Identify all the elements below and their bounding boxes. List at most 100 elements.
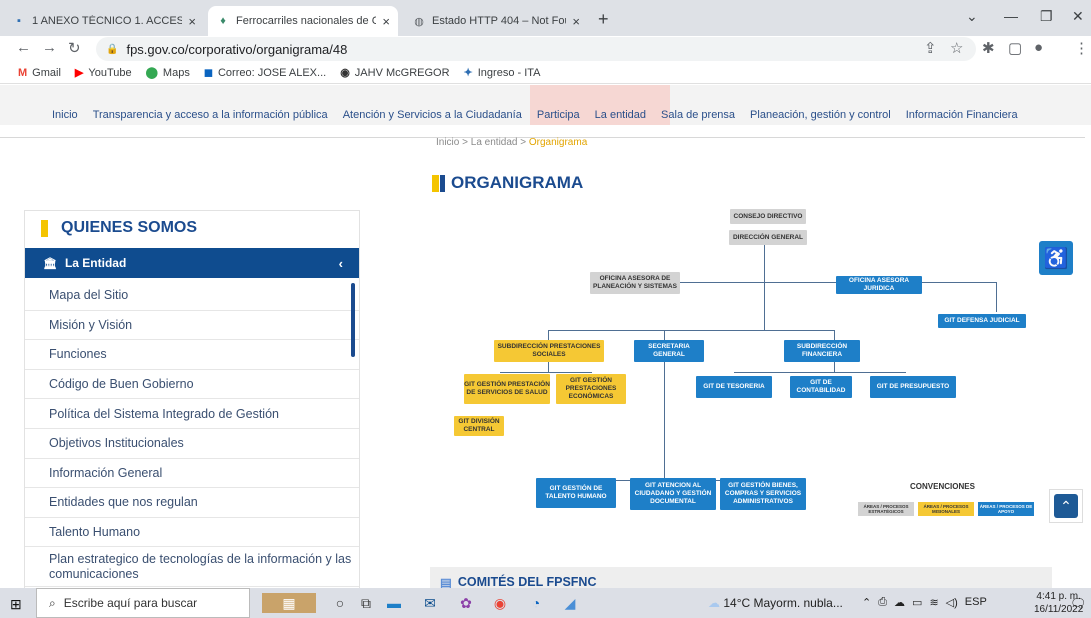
address-bar[interactable]: 🔒 fps.gov.co/corporativo/organigrama/48 [96, 37, 976, 61]
sidebar-item-codigo[interactable]: Código de Buen Gobierno [25, 370, 359, 400]
cortana-icon[interactable]: ○ [330, 593, 350, 613]
nav-participa[interactable]: Participa [537, 109, 580, 121]
app-icon[interactable]: ◢ [560, 593, 580, 613]
nav-informacion-financiera[interactable]: Información Financiera [906, 109, 1018, 121]
comites-section[interactable]: ▤ COMITÉS DEL FPSFNC [430, 567, 1052, 588]
org-box-oficina-planeacion: OFICINA ASESORA DE PLANEACIÓN Y SISTEMAS [590, 272, 680, 294]
sidebar-scrollbar[interactable] [351, 283, 355, 357]
scroll-to-top-button[interactable]: ⌃ [1049, 489, 1083, 523]
lock-icon[interactable]: 🔒 [106, 44, 118, 55]
bookmark-gmail[interactable]: M Gmail [18, 67, 61, 79]
profile-avatar[interactable]: ● [1034, 39, 1043, 56]
org-box-git-talento: GIT GESTIÓN DE TALENTO HUMANO [536, 478, 616, 508]
notifications-icon[interactable]: 🗨 [1070, 596, 1087, 612]
connector-line [996, 282, 997, 312]
sidebar-item-politica[interactable]: Política del Sistema Integrado de Gestió… [25, 399, 359, 429]
sidebar-item-funciones[interactable]: Funciones [25, 340, 359, 370]
language-indicator[interactable]: ESP [965, 596, 987, 609]
close-icon[interactable]: × [382, 14, 390, 29]
breadcrumb-separator: > [462, 137, 468, 148]
breadcrumb-separator: > [520, 137, 527, 148]
page-title: ORGANIGRAMA [432, 173, 583, 193]
sidebar-item-talento[interactable]: Talento Humano [25, 518, 359, 548]
side-panel-icon[interactable]: ▢ [1008, 39, 1022, 57]
web-page: Inicio Transparencia y acceso a la infor… [0, 85, 1091, 588]
paint-icon[interactable]: ✿ [456, 593, 476, 613]
mail-icon[interactable]: ✉ [420, 593, 440, 613]
taskbar-widget-image[interactable]: ▦ [262, 593, 316, 613]
weather-widget[interactable]: ☁ 14°C Mayorm. nubla... [708, 596, 843, 610]
bookmark-star-icon[interactable]: ☆ [950, 39, 963, 57]
connector-line [764, 230, 765, 330]
back-icon[interactable]: ← [16, 39, 31, 56]
sidebar-item-plan[interactable]: Plan estrategico de tecnologías de la in… [25, 547, 359, 588]
bookmark-label: Maps [162, 66, 190, 79]
network-icon[interactable]: ≋ [929, 596, 938, 609]
meet-now-icon[interactable]: ⎙ [878, 596, 887, 609]
chevron-left-icon[interactable]: ‹ [339, 256, 343, 271]
sidebar-item-mision[interactable]: Misión y Visión [25, 311, 359, 341]
close-icon[interactable]: × [188, 14, 196, 29]
edge-icon[interactable]: ◔ [526, 593, 546, 613]
bookmark-jahv[interactable]: ◉ JAHV McGREGOR [340, 66, 450, 80]
accessibility-icon[interactable]: ♿ [1039, 241, 1073, 275]
nav-atencion[interactable]: Atención y Servicios a la Ciudadanía [343, 109, 522, 121]
share-icon[interactable]: ⇪ [924, 39, 937, 57]
file-explorer-icon[interactable]: ▬ [384, 593, 404, 613]
browser-toolbar: ← → ↻ 🔒 fps.gov.co/corporativo/organigra… [0, 36, 1091, 62]
cloud-icon: ☁ [708, 596, 720, 610]
search-icon: ⌕ [49, 595, 56, 610]
document-favicon-icon: ▪ [17, 15, 21, 27]
nav-inicio[interactable]: Inicio [52, 109, 78, 121]
bookmark-correo[interactable]: ◼ Correo: JOSE ALEX... [203, 66, 327, 80]
bookmark-maps[interactable]: ⬤ Maps [146, 66, 190, 80]
restore-icon[interactable]: ❐ [1040, 8, 1053, 25]
bookmark-label: Correo: JOSE ALEX... [217, 66, 327, 79]
taskbar-search[interactable]: ⌕ Escribe aquí para buscar [36, 588, 250, 618]
sidebar-item-informacion[interactable]: Información General [25, 459, 359, 489]
bookmark-youtube[interactable]: ▶ YouTube [75, 66, 132, 80]
chevron-up-icon: ⌃ [1054, 494, 1078, 518]
org-box-defensa-judicial: GIT DEFENSA JUDICIAL [938, 314, 1026, 328]
battery-icon[interactable]: ▭ [912, 596, 922, 609]
bookmark-ita[interactable]: ✦ Ingreso - ITA [464, 66, 541, 80]
nav-la-entidad[interactable]: La entidad [595, 109, 646, 121]
forward-icon[interactable]: → [42, 39, 57, 56]
volume-icon[interactable]: ◁) [946, 596, 958, 609]
close-icon[interactable]: × [572, 14, 580, 29]
extensions-icon[interactable]: ✱ [982, 39, 995, 57]
sidebar-item-mapa[interactable]: Mapa del Sitio [25, 281, 359, 311]
org-chart: CONSEJO DIRECTIVO DIRECCIÓN GENERAL OFIC… [418, 209, 1068, 550]
org-box-git-economicas: GIT GESTIÓN PRESTACIONES ECONÓMICAS [556, 374, 626, 404]
bookmark-label: JAHV McGREGOR [354, 66, 450, 79]
tab-anexo[interactable]: ▪ 1 ANEXO TÉCNICO 1. ACCESIBILI × [4, 6, 204, 36]
system-tray: ⌃ ⎙ ☁ ▭ ≋ ◁) ESP [862, 596, 987, 609]
tab-404[interactable]: ◍ Estado HTTP 404 – Not Found × [404, 6, 588, 36]
menu-icon[interactable]: ⋮ [1074, 39, 1089, 57]
outlook-icon: ◼ [203, 67, 213, 79]
breadcrumb-parent[interactable]: La entidad [471, 137, 518, 148]
connector-line [500, 372, 592, 373]
sidebar-item-objetivos[interactable]: Objetivos Institucionales [25, 429, 359, 459]
sidebar-item-entidades[interactable]: Entidades que nos regulan [25, 488, 359, 518]
onedrive-icon[interactable]: ☁ [894, 596, 905, 609]
chrome-icon[interactable]: ◉ [490, 593, 510, 613]
tab-title: Ferrocarriles nacionales de Color [236, 15, 377, 27]
tab-search-icon[interactable]: ⌄ [966, 8, 978, 25]
tab-ferrocarriles[interactable]: ♦ Ferrocarriles nacionales de Color × [208, 6, 398, 36]
task-view-icon[interactable]: ⧉ [356, 593, 376, 613]
nav-transparencia[interactable]: Transparencia y acceso a la información … [93, 109, 328, 121]
org-box-secretaria: SECRETARIA GENERAL [634, 340, 704, 362]
chevron-up-icon[interactable]: ⌃ [862, 596, 871, 609]
breadcrumb-home[interactable]: Inicio [436, 137, 459, 148]
minimize-icon[interactable]: — [1004, 8, 1018, 24]
sidebar-item-la-entidad[interactable]: 🏛 La Entidad ‹ [25, 248, 359, 278]
nav-planeacion[interactable]: Planeación, gestión y control [750, 109, 891, 121]
title-accent-icon [440, 174, 445, 192]
bookmark-label: Gmail [32, 66, 61, 79]
window-close-icon[interactable]: ✕ [1072, 8, 1084, 25]
nav-sala-prensa[interactable]: Sala de prensa [661, 109, 735, 121]
reload-icon[interactable]: ↻ [68, 39, 81, 57]
windows-start-icon[interactable]: ⊞ [10, 596, 22, 613]
new-tab-button[interactable]: + [598, 9, 609, 30]
